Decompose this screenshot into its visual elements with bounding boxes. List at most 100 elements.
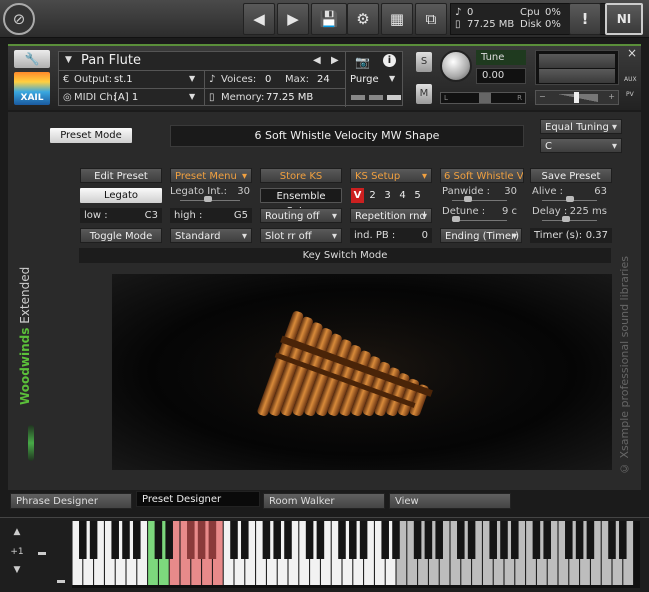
black-key[interactable] (543, 521, 551, 559)
panwide-slider[interactable]: Panwide : 30 (442, 186, 517, 204)
tuning-dropdown[interactable]: Equal Tuning (540, 119, 622, 135)
minimize-view-icon[interactable]: ⧉ (415, 3, 447, 35)
gear-icon[interactable]: ⚙ (347, 3, 379, 35)
detune-slider[interactable]: Detune : 9 c (442, 206, 517, 224)
store-ks-button[interactable]: Store KS (260, 168, 342, 183)
tune-value[interactable]: 0.00 (476, 68, 526, 84)
ending-dropdown[interactable]: Ending (Timer) (440, 228, 522, 244)
tab-preset-designer[interactable]: Preset Designer (136, 491, 260, 507)
black-key[interactable] (208, 521, 217, 559)
black-key[interactable] (575, 521, 584, 559)
black-key[interactable] (349, 521, 357, 559)
collapse-arrow-icon[interactable]: ▼ (65, 55, 72, 65)
midi-value[interactable]: [A] 1 (114, 92, 138, 103)
ensemble-setup-button[interactable]: Ensemble Setup (260, 188, 342, 217)
black-key[interactable] (284, 521, 292, 559)
black-key[interactable] (457, 521, 465, 559)
black-key[interactable] (392, 521, 400, 559)
black-key[interactable] (241, 521, 249, 559)
black-key[interactable] (316, 521, 325, 559)
toggle-mode-button[interactable]: Toggle Mode (80, 228, 162, 243)
black-key[interactable] (273, 521, 281, 559)
pan-thumb[interactable] (479, 93, 491, 103)
timer-field[interactable]: Timer (s): 0.37 (530, 228, 612, 243)
black-key[interactable] (413, 521, 422, 559)
kontakt-logo-icon[interactable]: ⊘ (3, 3, 35, 35)
black-key[interactable] (338, 521, 346, 559)
black-key[interactable] (187, 521, 195, 559)
black-key[interactable] (111, 521, 119, 559)
repetition-dropdown[interactable]: Repetition rnd (350, 208, 432, 224)
standard-dropdown[interactable]: Standard (170, 228, 252, 244)
key-dropdown[interactable]: C (540, 138, 622, 154)
midi-dropdown-icon[interactable]: ▼ (189, 92, 195, 101)
camera-icon[interactable]: 📷 (355, 55, 370, 69)
low-range-field[interactable]: low : C3 (80, 208, 162, 223)
ks-setup-dropdown[interactable]: KS Setup (350, 168, 432, 184)
black-key[interactable] (608, 521, 616, 559)
ks-3-button[interactable]: 3 (381, 188, 394, 203)
black-key[interactable] (305, 521, 314, 559)
black-key[interactable] (619, 521, 627, 559)
black-key[interactable] (586, 521, 595, 559)
purge-dropdown-icon[interactable]: ▼ (389, 74, 395, 83)
black-key[interactable] (467, 521, 476, 559)
black-key[interactable] (89, 521, 98, 559)
black-key[interactable] (381, 521, 389, 559)
ks-5-button[interactable]: 5 (411, 188, 424, 203)
ni-logo[interactable]: NI (605, 3, 643, 35)
info-icon[interactable]: i (383, 54, 396, 67)
ind-pb-field[interactable]: ind. PB : 0 (350, 228, 432, 243)
ks-4-button[interactable]: 4 (396, 188, 409, 203)
output-value[interactable]: st.1 (114, 74, 133, 85)
black-key[interactable] (511, 521, 519, 559)
pitch-wheel-icon[interactable] (38, 552, 46, 555)
black-key[interactable] (79, 521, 87, 559)
ks-v-button[interactable]: V (351, 188, 364, 203)
black-key[interactable] (262, 521, 271, 559)
volume-slider[interactable]: − + (535, 90, 619, 105)
max-voices-value[interactable]: 24 (317, 74, 330, 85)
black-key[interactable] (532, 521, 541, 559)
black-key[interactable] (230, 521, 238, 559)
save-preset-button[interactable]: Save Preset (530, 168, 612, 183)
legato-button[interactable]: Legato (80, 188, 162, 203)
tab-phrase-designer[interactable]: Phrase Designer (10, 493, 132, 509)
octave-down-icon[interactable]: ▼ (6, 565, 28, 575)
delay-slider[interactable]: Delay : 225 ms (532, 206, 607, 224)
rack-view-icon[interactable]: ▦ (381, 3, 413, 35)
octave-shift[interactable]: ▲ +1 ▼ (6, 527, 28, 582)
black-key[interactable] (489, 521, 497, 559)
solo-button[interactable]: S (416, 52, 432, 72)
black-key[interactable] (424, 521, 433, 559)
black-key[interactable] (122, 521, 130, 559)
black-key[interactable] (500, 521, 508, 559)
tune-knob[interactable] (440, 50, 472, 82)
routing-dropdown[interactable]: Routing off (260, 208, 342, 224)
previous-arrow-icon[interactable]: ◀ (243, 3, 275, 35)
edit-preset-button[interactable]: Edit Preset (80, 168, 162, 183)
slot-rr-dropdown[interactable]: Slot rr off (260, 228, 342, 244)
alive-slider[interactable]: Alive : 63 (532, 186, 607, 204)
octave-up-icon[interactable]: ▲ (6, 527, 28, 537)
instrument-name[interactable]: Pan Flute (81, 53, 141, 68)
black-key[interactable] (133, 521, 141, 559)
patch-name-button[interactable]: 6 Soft Whistle Velo (440, 168, 524, 183)
black-key[interactable] (197, 521, 206, 559)
piano-keyboard[interactable] (72, 521, 640, 588)
black-key[interactable] (154, 521, 163, 559)
preset-menu-dropdown[interactable]: Preset Menu (170, 168, 252, 184)
save-disk-icon[interactable]: 💾 (311, 3, 347, 35)
next-arrow-icon[interactable]: ▶ (277, 3, 309, 35)
instrument-prev-icon[interactable]: ◀ (313, 55, 321, 66)
black-key[interactable] (165, 521, 173, 559)
mute-button[interactable]: M (416, 84, 432, 104)
wrench-icon[interactable]: 🔧 (14, 50, 50, 68)
black-key[interactable] (435, 521, 443, 559)
mod-wheel-icon[interactable] (57, 580, 65, 583)
preset-mode-button[interactable]: Preset Mode (50, 128, 132, 143)
tab-room-walker[interactable]: Room Walker (263, 493, 385, 509)
close-icon[interactable]: × (627, 46, 637, 60)
pv-button[interactable]: PV (626, 91, 634, 98)
aux-button[interactable]: AUX (624, 76, 637, 83)
